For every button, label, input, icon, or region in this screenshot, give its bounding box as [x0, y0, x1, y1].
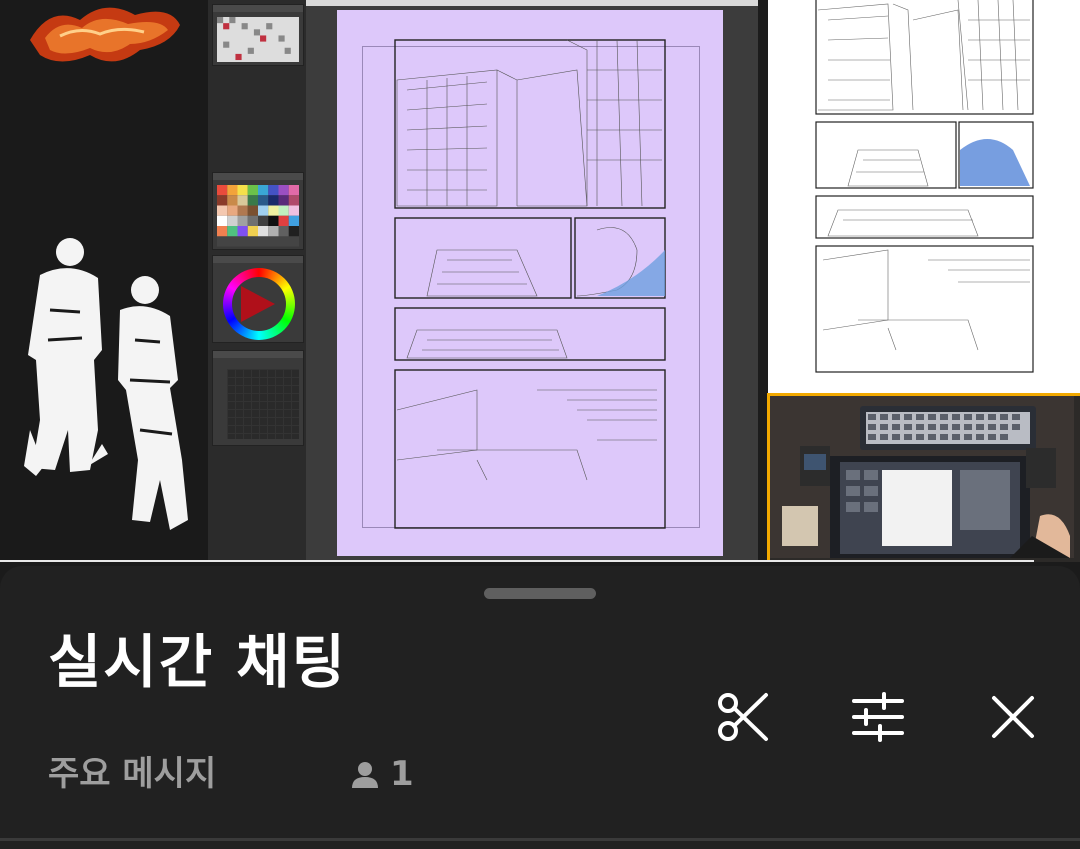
- close-icon: [992, 696, 1034, 738]
- swatch-panel-colors: [212, 172, 304, 250]
- live-chat-sheet: 실시간 채팅 주요 메시지 1: [0, 566, 1080, 849]
- stream-overlay-art: [0, 0, 208, 562]
- swatch-panel-top: [212, 4, 304, 66]
- webcam-inset: [767, 393, 1080, 562]
- graffiti-logo: [30, 7, 180, 62]
- manga-page-canvas: [337, 10, 723, 556]
- person-icon: [352, 762, 378, 788]
- scissors-icon: [718, 693, 768, 741]
- sheet-divider: [0, 838, 1080, 841]
- drag-handle[interactable]: [484, 588, 596, 599]
- color-picker-area: [227, 369, 299, 439]
- color-picker-panel: [212, 350, 304, 446]
- chat-settings-button[interactable]: [847, 686, 909, 748]
- video-progress-bar[interactable]: [0, 560, 1034, 562]
- viewer-count: 1: [350, 752, 414, 796]
- drawing-app-tool-panels: [208, 0, 307, 562]
- color-wheel-panel: [212, 255, 304, 343]
- close-button[interactable]: [982, 686, 1044, 748]
- character-silhouettes: [24, 238, 188, 530]
- tune-sliders-icon: [852, 692, 904, 742]
- manga-panels: [394, 39, 666, 529]
- clip-button[interactable]: [711, 686, 773, 748]
- viewer-count-value: 1: [390, 754, 414, 794]
- live-chat-title: 실시간 채팅: [48, 628, 347, 696]
- video-player[interactable]: [0, 0, 1080, 562]
- reference-page: [768, 0, 1080, 394]
- canvas-ruler: [306, 0, 758, 6]
- color-triangle: [241, 286, 275, 322]
- top-messages-filter[interactable]: 주요 메시지: [48, 752, 216, 796]
